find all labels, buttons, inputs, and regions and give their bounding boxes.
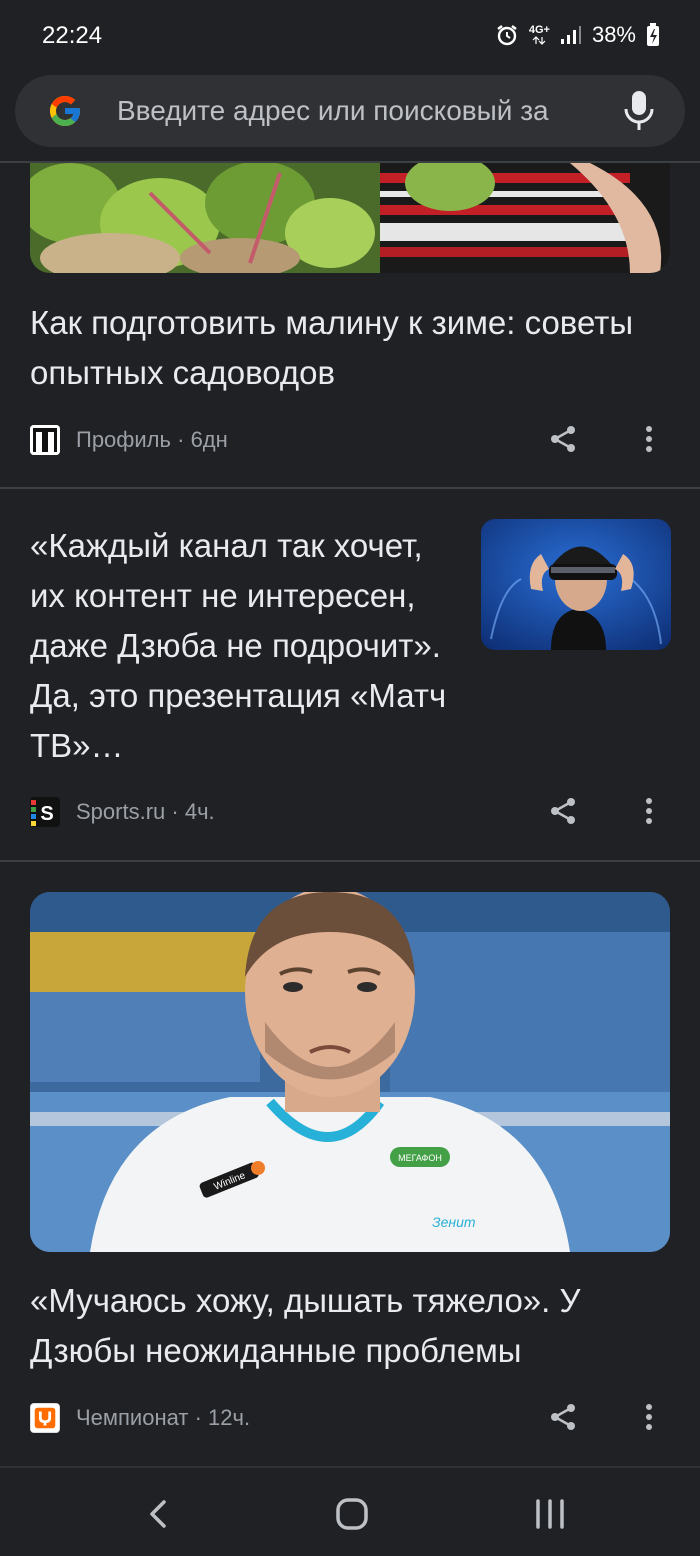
article-source: Профиль	[76, 427, 171, 452]
more-vert-icon[interactable]	[644, 424, 654, 454]
article-headline[interactable]: «Каждый канал так хочет, их контент не и…	[30, 521, 450, 771]
article-age: 12ч.	[208, 1405, 251, 1430]
search-input[interactable]: Введите адрес или поисковый за	[117, 95, 617, 129]
status-bar: 22:24 4G+ 38%	[0, 0, 700, 72]
mic-icon[interactable]	[621, 89, 657, 133]
google-logo-icon	[50, 96, 80, 126]
signal-icon	[560, 25, 582, 45]
article-source: Sports.ru	[76, 799, 166, 824]
back-icon[interactable]	[138, 1496, 178, 1532]
more-vert-icon[interactable]	[644, 1402, 654, 1432]
jersey-badge: МЕГАФОН	[398, 1153, 442, 1163]
article-thumbnail[interactable]	[481, 519, 671, 650]
article-age: 6дн	[190, 427, 228, 452]
battery-percent: 38%	[591, 22, 636, 47]
network-type: 4G+	[529, 25, 550, 45]
article-age: 4ч.	[184, 799, 215, 824]
championat-source-icon	[30, 1403, 60, 1433]
alarm-icon	[495, 23, 519, 47]
status-icons: 4G+ 38%	[495, 22, 660, 48]
share-icon[interactable]	[548, 1402, 578, 1432]
share-icon[interactable]	[548, 796, 578, 826]
svg-text:S: S	[40, 803, 53, 825]
status-time: 22:24	[42, 22, 103, 49]
battery-icon	[646, 23, 660, 47]
article-meta: Профиль · 6дн	[30, 425, 228, 455]
more-vert-icon[interactable]	[644, 796, 654, 826]
search-bar[interactable]: Введите адрес или поисковый за	[15, 75, 685, 147]
sports-ru-source-icon: S	[30, 797, 60, 827]
system-nav-bar	[0, 1466, 700, 1556]
share-icon[interactable]	[548, 424, 578, 454]
home-icon[interactable]	[332, 1496, 372, 1532]
article-meta: S Sports.ru · 4ч.	[30, 797, 215, 827]
article-source: Чемпионат	[76, 1405, 189, 1430]
article-headline[interactable]: «Мучаюсь хожу, дышать тяжело». У Дзюбы н…	[30, 1276, 670, 1376]
article-image-dzyuba[interactable]: Winline МЕГАФОН Зенит	[30, 892, 670, 1252]
article-headline[interactable]: Как подготовить малину к зиме: советы оп…	[30, 298, 650, 398]
news-feed[interactable]: Как подготовить малину к зиме: советы оп…	[0, 163, 700, 1466]
card-divider	[0, 860, 700, 862]
card-divider	[0, 487, 700, 489]
article-image-raspberry[interactable]	[30, 163, 670, 273]
profil-source-icon	[30, 425, 60, 455]
recents-icon[interactable]	[530, 1496, 570, 1532]
article-meta: Чемпионат · 12ч.	[30, 1403, 250, 1433]
jersey-crest: Зенит	[432, 1214, 476, 1230]
